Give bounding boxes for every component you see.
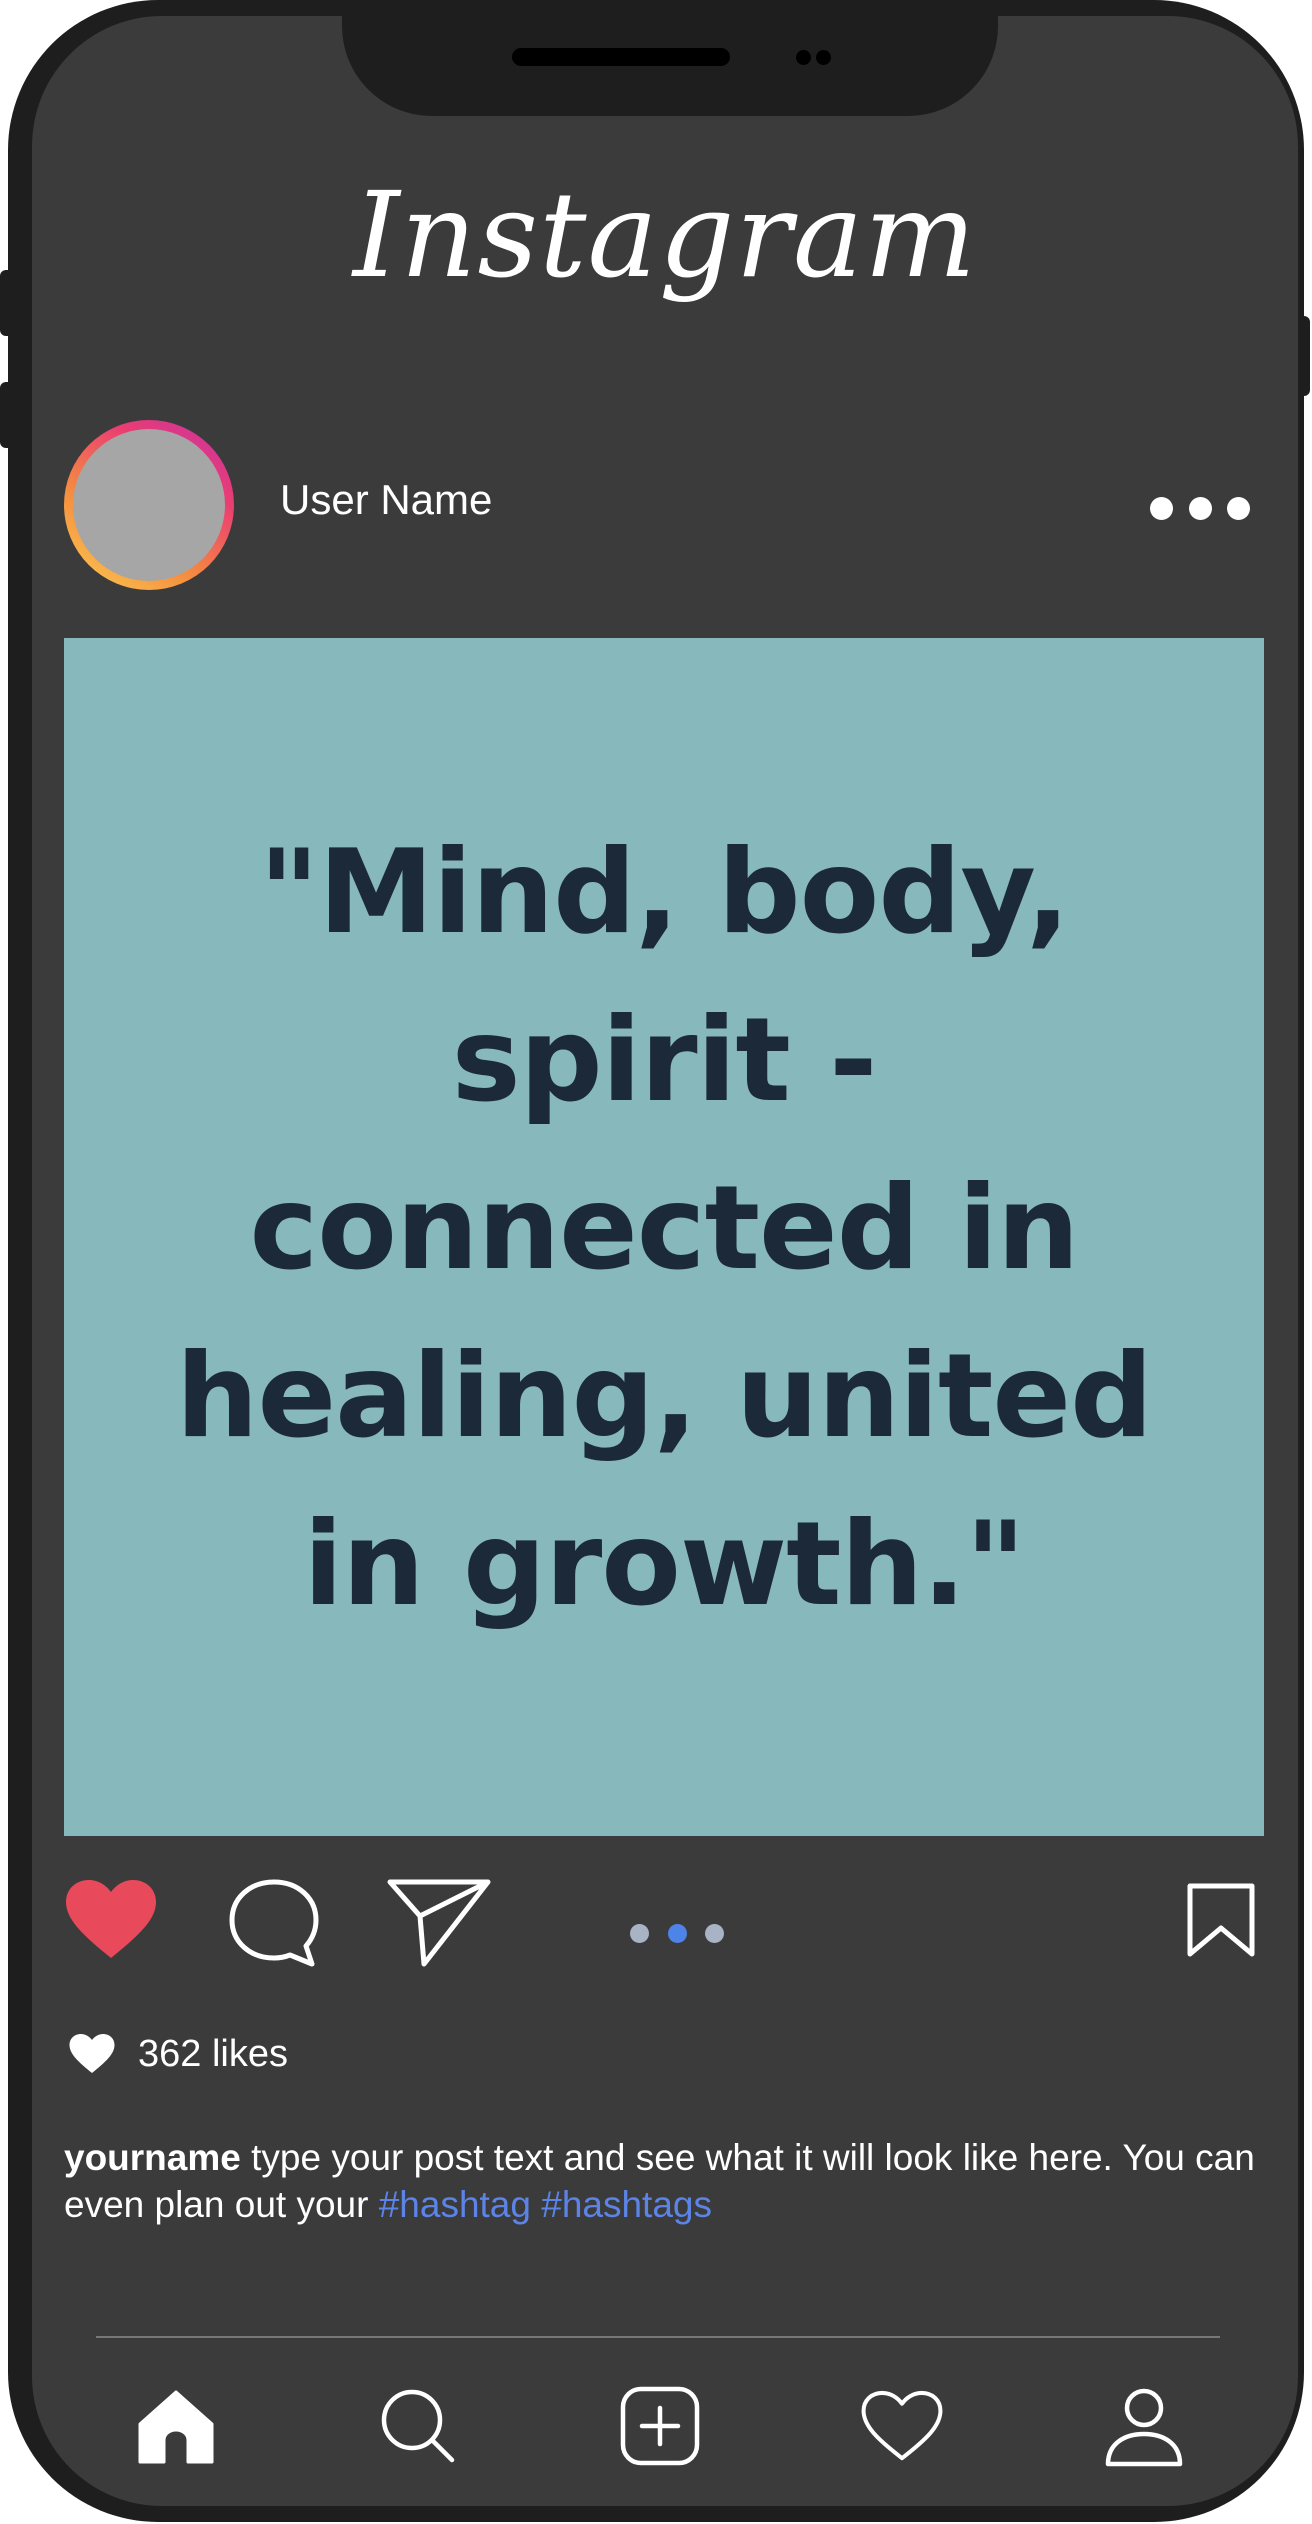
profile-icon — [1105, 2388, 1183, 2467]
caption-author[interactable]: yourname — [64, 2137, 241, 2178]
more-options-icon[interactable] — [1150, 488, 1250, 528]
nav-search[interactable] — [376, 2384, 460, 2468]
phone-side-button — [0, 270, 14, 336]
bookmark-icon — [1187, 1883, 1255, 1957]
post-username[interactable]: User Name — [280, 476, 492, 524]
screen: Instagram User Name "Mind, body, spirit … — [32, 16, 1298, 2506]
add-post-icon — [620, 2386, 700, 2466]
carousel-dot — [630, 1923, 649, 1943]
camera-dot — [816, 50, 831, 65]
avatar[interactable] — [64, 420, 234, 590]
comment-button[interactable] — [228, 1878, 320, 1968]
camera-dot — [796, 50, 811, 65]
carousel-indicator — [630, 1922, 724, 1944]
post-image[interactable]: "Mind, body, spirit - connected in heali… — [64, 638, 1264, 1836]
like-button[interactable] — [64, 1878, 158, 1962]
heart-filled-icon — [66, 1880, 156, 1958]
save-button[interactable] — [1186, 1882, 1256, 1958]
phone-side-button — [1296, 316, 1310, 396]
home-icon — [138, 2390, 214, 2464]
nav-home[interactable] — [134, 2384, 218, 2468]
paper-plane-icon — [387, 1879, 491, 1967]
carousel-dot — [705, 1923, 724, 1943]
phone-side-button — [0, 382, 14, 448]
nav-add-post[interactable] — [618, 2384, 702, 2468]
avatar-image — [73, 429, 225, 581]
search-icon — [381, 2389, 455, 2463]
heart-icon — [69, 2034, 115, 2073]
speaker — [512, 48, 730, 66]
activity-heart-icon — [861, 2390, 943, 2461]
post-quote-text: "Mind, body, spirit - connected in heali… — [175, 825, 1153, 1632]
notch — [342, 16, 998, 116]
nav-activity[interactable] — [860, 2384, 944, 2468]
speech-bubble-icon — [229, 1879, 319, 1967]
hashtag-link[interactable]: #hashtag — [379, 2184, 531, 2225]
nav-divider — [96, 2336, 1220, 2338]
share-button[interactable] — [386, 1876, 492, 1968]
likes-count: 362 likes — [138, 2032, 288, 2075]
phone-frame: Instagram User Name "Mind, body, spirit … — [0, 0, 1310, 2522]
nav-profile[interactable] — [1102, 2384, 1186, 2468]
likes-row[interactable]: 362 likes — [68, 2026, 288, 2082]
instagram-logo: Instagram — [352, 166, 978, 304]
hashtag-link[interactable]: #hashtags — [541, 2184, 712, 2225]
carousel-dot-active — [667, 1923, 687, 1943]
post-caption: yourname type your post text and see wha… — [64, 2134, 1264, 2228]
